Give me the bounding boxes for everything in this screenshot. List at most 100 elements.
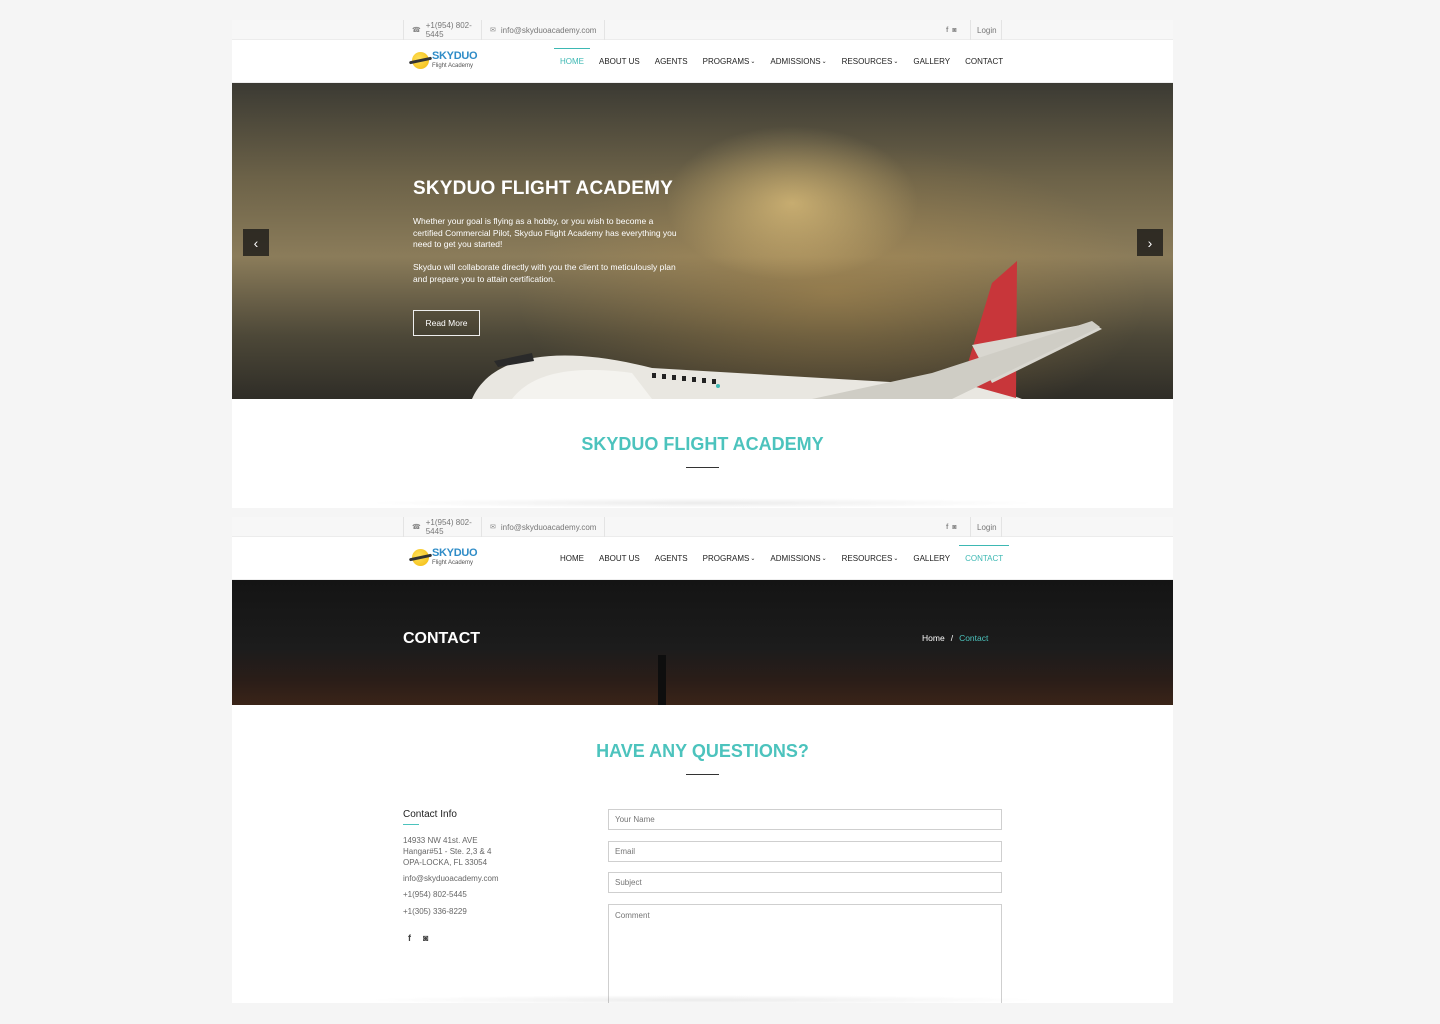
contact-info-underline: [403, 824, 419, 825]
facebook-icon[interactable]: f: [946, 27, 948, 34]
page-title: CONTACT: [403, 630, 481, 647]
nav-contact[interactable]: CONTACT: [959, 537, 1010, 580]
nav-gallery-label: GALLERY: [913, 554, 951, 563]
nav-home-label: HOME: [560, 554, 584, 563]
nav-home[interactable]: HOME: [554, 537, 590, 580]
instagram-icon[interactable]: ◙: [952, 27, 956, 34]
envelope-icon: ✉: [490, 27, 496, 34]
nav-programs-label: PROGRAMS: [702, 554, 750, 563]
phone-icon: ☎: [412, 27, 421, 34]
nav-about[interactable]: ABOUT US: [593, 40, 646, 83]
nav-about-label: ABOUT US: [599, 57, 640, 66]
nav-contact-label: CONTACT: [965, 57, 1004, 66]
contact-page-preview: ☎ +1(954) 802-5445 ✉ info@skyduoacademy.…: [232, 517, 1173, 1003]
nav-contact[interactable]: CONTACT: [959, 40, 1009, 83]
breadcrumb: Home / Contact: [922, 633, 988, 643]
home-section-title: SKYDUO FLIGHT ACADEMY: [581, 434, 824, 454]
nav-resources-label: RESOURCES: [841, 554, 893, 563]
contact-phone-2[interactable]: +1(305) 336-8229: [403, 906, 467, 917]
subject-field[interactable]: [608, 872, 1002, 893]
topbar-email-text: info@skyduoacademy.com: [500, 522, 597, 532]
topbar-email[interactable]: ✉ info@skyduoacademy.com: [481, 517, 605, 537]
nav-programs[interactable]: PROGRAMS ⌄: [697, 40, 762, 83]
airplane-image: [472, 261, 1102, 399]
name-field[interactable]: [608, 809, 1002, 830]
slider-dot[interactable]: [716, 384, 720, 388]
chevron-right-icon: ›: [1147, 234, 1153, 251]
nav-resources-label: RESOURCES: [841, 57, 893, 66]
chevron-down-icon: ⌄: [750, 59, 756, 65]
nav-agents[interactable]: AGENTS: [649, 537, 694, 580]
login-link[interactable]: Login: [970, 20, 1002, 40]
nav-home[interactable]: HOME: [554, 40, 590, 83]
main-navbar: SKYDUO Flight Academy HOME ABOUT US AGEN…: [232, 40, 1173, 83]
topbar-email[interactable]: ✉ info@skyduoacademy.com: [481, 20, 605, 40]
envelope-icon: ✉: [490, 524, 496, 531]
breadcrumb-separator: /: [950, 633, 954, 643]
logo-plane-icon: [412, 548, 429, 566]
facebook-icon[interactable]: f: [408, 933, 411, 943]
topbar-phone-text: +1(954) 802-5445: [425, 21, 472, 39]
contact-info-title: Contact Info: [403, 809, 457, 820]
logo-tagline: Flight Academy: [432, 560, 474, 566]
nav-admissions-label: ADMISSIONS: [770, 57, 821, 66]
nav-resources[interactable]: RESOURCES ⌄: [836, 40, 905, 83]
slider-next-button[interactable]: ›: [1137, 229, 1163, 256]
chevron-down-icon: ⌄: [893, 59, 899, 65]
contact-email[interactable]: info@skyduoacademy.com: [403, 873, 499, 884]
nav-programs-label: PROGRAMS: [702, 57, 750, 66]
topbar-phone-text: +1(954) 802-5445: [425, 518, 472, 536]
login-link[interactable]: Login: [970, 517, 1002, 537]
instagram-icon[interactable]: ◙: [952, 524, 956, 531]
read-more-button[interactable]: Read More: [413, 310, 480, 336]
chevron-down-icon: ⌄: [750, 556, 756, 562]
logo-name: SKYDUO: [432, 547, 478, 559]
nav-about-label: ABOUT US: [599, 554, 640, 563]
hero-paragraph-1: Whether your goal is flying as a hobby, …: [413, 216, 677, 249]
nav-admissions-label: ADMISSIONS: [770, 554, 821, 563]
hero-slider: SKYDUO FLIGHT ACADEMY Whether your goal …: [232, 83, 1173, 399]
chevron-down-icon: ⌄: [821, 556, 827, 562]
nav-agents-label: AGENTS: [654, 57, 688, 66]
nav-programs[interactable]: PROGRAMS ⌄: [697, 537, 762, 580]
address-line-1: 14933 NW 41st. AVE: [403, 836, 478, 845]
nav-about[interactable]: ABOUT US: [593, 537, 646, 580]
topbar-email-text: info@skyduoacademy.com: [500, 25, 597, 35]
logo-name: SKYDUO: [432, 50, 478, 62]
nav-gallery[interactable]: GALLERY: [907, 537, 956, 580]
email-field[interactable]: [608, 841, 1002, 862]
top-bar: ☎ +1(954) 802-5445 ✉ info@skyduoacademy.…: [232, 517, 1173, 537]
hero-paragraph-2: Skyduo will collaborate directly with yo…: [413, 262, 676, 284]
topbar-phone[interactable]: ☎ +1(954) 802-5445: [403, 517, 481, 537]
contact-section-title: HAVE ANY QUESTIONS?: [596, 741, 809, 761]
comment-field[interactable]: [608, 904, 1002, 1003]
nav-gallery-label: GALLERY: [913, 57, 951, 66]
slider-prev-button[interactable]: ‹: [243, 229, 269, 256]
facebook-icon[interactable]: f: [946, 524, 948, 531]
nav-home-label: HOME: [560, 57, 584, 66]
breadcrumb-current: Contact: [959, 633, 989, 643]
phone-icon: ☎: [412, 524, 421, 531]
logo-tagline: Flight Academy: [432, 63, 474, 69]
address-line-2: Hangar#51 - Ste. 2,3 & 4: [403, 847, 492, 856]
section-divider: [686, 467, 719, 468]
site-logo[interactable]: SKYDUO Flight Academy: [412, 547, 478, 566]
topbar-social: f ◙: [943, 20, 970, 40]
contact-phone-1[interactable]: +1(954) 802-5445: [403, 889, 467, 900]
card-shadow: [362, 995, 1042, 1003]
nav-gallery[interactable]: GALLERY: [907, 40, 956, 83]
breadcrumb-home[interactable]: Home: [922, 633, 945, 643]
nav-admissions[interactable]: ADMISSIONS ⌄: [764, 537, 832, 580]
hero-title: SKYDUO FLIGHT ACADEMY: [413, 178, 673, 199]
topbar-phone[interactable]: ☎ +1(954) 802-5445: [403, 20, 481, 40]
nav-resources[interactable]: RESOURCES ⌄: [836, 537, 905, 580]
chevron-down-icon: ⌄: [893, 556, 899, 562]
topbar-social: f ◙: [943, 517, 970, 537]
site-logo[interactable]: SKYDUO Flight Academy: [412, 50, 478, 69]
nav-agents[interactable]: AGENTS: [649, 40, 694, 83]
main-menu: HOME ABOUT US AGENTS PROGRAMS ⌄ ADMISSION…: [554, 537, 1012, 580]
instagram-icon[interactable]: ◙: [423, 933, 428, 943]
top-bar: ☎ +1(954) 802-5445 ✉ info@skyduoacademy.…: [232, 20, 1173, 40]
nav-admissions[interactable]: ADMISSIONS ⌄: [764, 40, 832, 83]
address-line-3: OPA-LOCKA, FL 33054: [403, 858, 488, 867]
